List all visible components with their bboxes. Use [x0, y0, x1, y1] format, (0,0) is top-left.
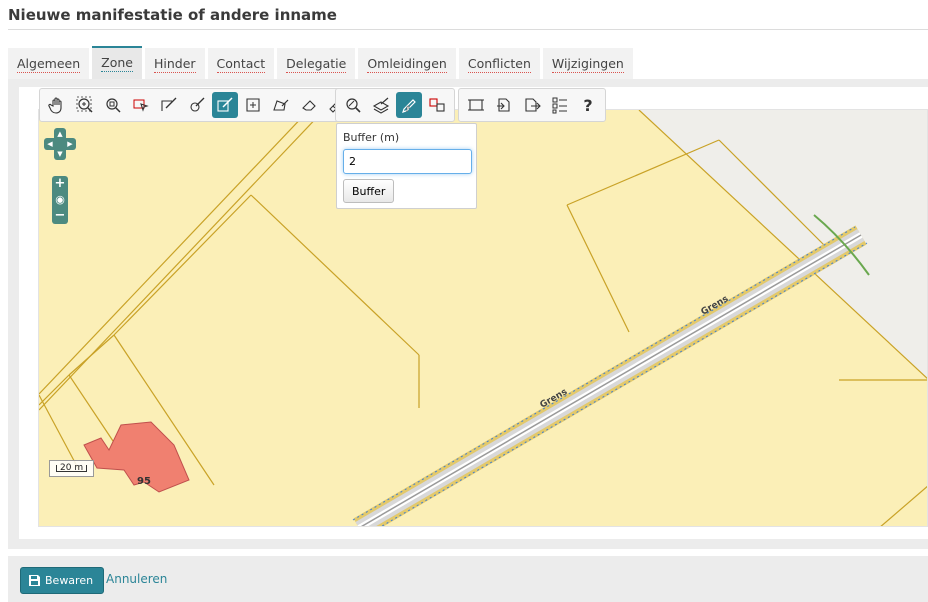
map-view[interactable]: Grens Grens 95 ▲ ▼ ◀ ▶ + ◉ − 20 m: [38, 109, 928, 527]
buffer-input[interactable]: [343, 149, 472, 174]
buffer-popup: Buffer (m) Buffer: [336, 123, 477, 209]
help-label: ?: [583, 95, 593, 115]
select-feature-icon[interactable]: [128, 92, 154, 118]
draw-line-icon[interactable]: [156, 92, 182, 118]
pan-right-icon[interactable]: ▶: [65, 139, 75, 149]
tab-content-area: Grens Grens 95 ▲ ▼ ◀ ▶ + ◉ − 20 m ? Buff…: [8, 79, 928, 549]
tab-label: Contact: [216, 56, 266, 73]
toolbar-draw: [39, 88, 355, 122]
legend-icon[interactable]: [547, 92, 573, 118]
tab-label: Hinder: [153, 56, 196, 73]
tab-algemeen[interactable]: Algemeen: [8, 48, 90, 79]
pan-up-icon[interactable]: ▲: [55, 129, 65, 139]
buffer-label: Buffer (m): [343, 131, 400, 144]
map-canvas[interactable]: Grens Grens 95: [39, 110, 928, 527]
tab-delegatie[interactable]: Delegatie: [277, 48, 356, 79]
scale-label: 20 m: [56, 464, 88, 473]
export-icon[interactable]: [519, 92, 545, 118]
query-icon[interactable]: [340, 92, 366, 118]
full-extent-icon[interactable]: [463, 92, 489, 118]
tab-label: Zone: [101, 55, 133, 72]
zoom-in-icon[interactable]: +: [52, 176, 68, 192]
overlay-icon[interactable]: [424, 92, 450, 118]
edit-polygon-icon[interactable]: [268, 92, 294, 118]
tab-label: Algemeen: [17, 56, 81, 73]
draw-point-icon[interactable]: [184, 92, 210, 118]
tab-label: Wijzigingen: [551, 56, 624, 73]
page-title: Nieuwe manifestatie of andere inname: [8, 6, 337, 24]
pan-hand-icon[interactable]: [44, 92, 70, 118]
tab-bar: Algemeen Zone Hinder Contact Delegatie O…: [8, 46, 928, 79]
buffer-tool-icon[interactable]: [396, 92, 422, 118]
floppy-disk-icon: [29, 575, 40, 586]
eraser-icon[interactable]: [296, 92, 322, 118]
cancel-link[interactable]: Annuleren: [106, 572, 167, 586]
help-icon[interactable]: ?: [575, 92, 601, 118]
tab-zone[interactable]: Zone: [92, 46, 142, 79]
tab-omleidingen[interactable]: Omleidingen: [358, 48, 456, 79]
toolbar-view: ?: [458, 88, 606, 122]
pan-down-icon[interactable]: ▼: [55, 149, 65, 159]
tab-wijzigingen[interactable]: Wijzigingen: [542, 48, 633, 79]
parcel-number: 95: [137, 476, 151, 487]
tab-label: Conflicten: [467, 56, 531, 73]
form-footer: Bewaren Annuleren: [8, 556, 928, 602]
zoom-box-icon[interactable]: [72, 92, 98, 118]
tab-hinder[interactable]: Hinder: [144, 48, 205, 79]
tab-label: Delegatie: [286, 56, 347, 73]
zone-panel: Grens Grens 95 ▲ ▼ ◀ ▶ + ◉ − 20 m ? Buff…: [19, 87, 928, 539]
street-grens: [352, 225, 868, 526]
tab-contact[interactable]: Contact: [207, 48, 275, 79]
edit-geometry-icon[interactable]: [212, 92, 238, 118]
toolbar-analysis: [335, 88, 455, 122]
import-icon[interactable]: [491, 92, 517, 118]
scale-bar: 20 m: [49, 460, 95, 477]
zoom-extent-icon[interactable]: [100, 92, 126, 118]
tab-conflicten[interactable]: Conflicten: [458, 48, 540, 79]
layers-icon[interactable]: [368, 92, 394, 118]
zoom-out-icon[interactable]: −: [52, 208, 68, 224]
zoom-control: + ◉ −: [52, 176, 68, 224]
globe-icon[interactable]: ◉: [52, 192, 68, 208]
add-polygon-icon[interactable]: [240, 92, 266, 118]
buffer-button[interactable]: Buffer: [343, 179, 395, 203]
pan-control: ▲ ▼ ◀ ▶: [44, 128, 76, 160]
save-button[interactable]: Bewaren: [20, 567, 105, 594]
save-label: Bewaren: [45, 574, 94, 587]
title-divider: [8, 29, 928, 30]
pan-left-icon[interactable]: ◀: [45, 139, 55, 149]
tab-label: Omleidingen: [367, 56, 447, 73]
